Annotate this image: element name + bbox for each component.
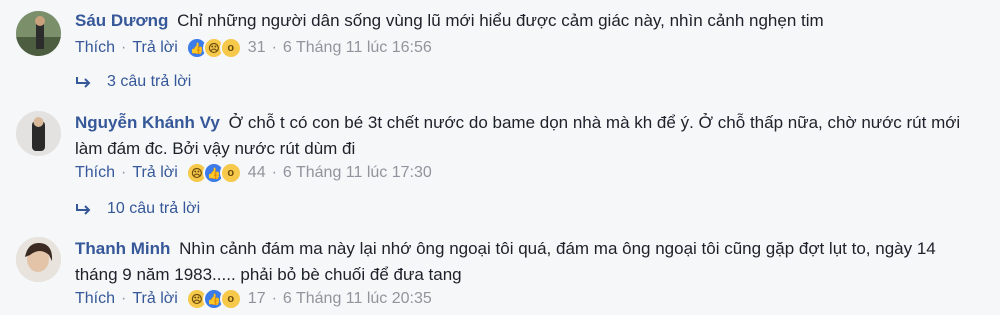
comment-body: Sáu Dương Chỉ những người dân sống vùng …	[75, 8, 965, 34]
avatar[interactable]	[16, 237, 61, 282]
separator: ·	[271, 39, 277, 56]
reply-link[interactable]: Trả lời	[132, 290, 177, 308]
comment-actions: Thích · Trả lời ☹ 👍 o 44 · 6 Tháng 11 lú…	[75, 162, 432, 184]
reply-arrow-icon	[76, 204, 91, 215]
comment-body: Nguyễn Khánh Vy Ở chỗ t có con bé 3t chế…	[75, 110, 965, 162]
replies-count[interactable]: 3 câu trả lời	[107, 73, 191, 91]
wow-reaction-icon: o	[219, 162, 242, 184]
like-link[interactable]: Thích	[75, 39, 115, 57]
view-replies-link[interactable]: 3 câu trả lời	[75, 71, 191, 93]
comment-author[interactable]: Sáu Dương	[75, 11, 168, 30]
reaction-count[interactable]: 17	[248, 290, 266, 308]
separator: ·	[121, 290, 127, 307]
wow-reaction-icon: o	[219, 288, 242, 310]
separator: ·	[271, 290, 277, 307]
comment-body: Thanh Minh Nhìn cảnh đám ma này lại nhớ …	[75, 236, 965, 288]
reaction-count[interactable]: 44	[248, 164, 266, 182]
comment-actions: Thích · Trả lời 👍 ☹ o 31 · 6 Tháng 11 lú…	[75, 37, 432, 59]
comment-timestamp[interactable]: 6 Tháng 11 lúc 20:35	[283, 290, 432, 308]
avatar[interactable]	[16, 11, 61, 56]
reaction-summary[interactable]: ☹ 👍 o	[185, 162, 242, 184]
separator: ·	[121, 39, 127, 56]
comment-actions: Thích · Trả lời ☹ 👍 o 17 · 6 Tháng 11 lú…	[75, 288, 432, 310]
comment-timestamp[interactable]: 6 Tháng 11 lúc 17:30	[283, 164, 432, 182]
comment-author[interactable]: Nguyễn Khánh Vy	[75, 113, 220, 132]
reply-link[interactable]: Trả lời	[132, 39, 177, 57]
reply-link[interactable]: Trả lời	[132, 164, 177, 182]
avatar[interactable]	[16, 111, 61, 156]
comment-author[interactable]: Thanh Minh	[75, 239, 170, 258]
replies-count[interactable]: 10 câu trả lời	[107, 200, 200, 218]
like-link[interactable]: Thích	[75, 290, 115, 308]
comment-text: Nhìn cảnh đám ma này lại nhớ ông ngoại t…	[75, 239, 936, 284]
separator: ·	[271, 164, 277, 181]
like-link[interactable]: Thích	[75, 164, 115, 182]
wow-reaction-icon: o	[219, 37, 242, 59]
reaction-count[interactable]: 31	[248, 39, 266, 57]
reaction-summary[interactable]: 👍 ☹ o	[185, 37, 242, 59]
view-replies-link[interactable]: 10 câu trả lời	[75, 198, 200, 220]
comment-timestamp[interactable]: 6 Tháng 11 lúc 16:56	[283, 39, 432, 57]
reply-arrow-icon	[76, 77, 91, 88]
separator: ·	[121, 164, 127, 181]
comment-text: Chỉ những người dân sống vùng lũ mới hiể…	[177, 11, 824, 30]
reaction-summary[interactable]: ☹ 👍 o	[185, 288, 242, 310]
